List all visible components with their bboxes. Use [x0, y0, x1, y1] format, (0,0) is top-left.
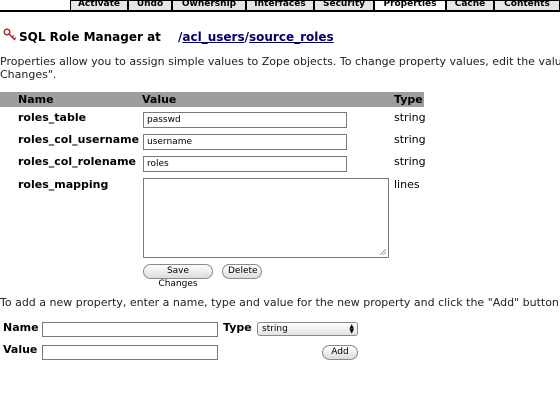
- description-line-2: Changes".: [0, 68, 57, 81]
- property-type-selected: string: [262, 324, 288, 334]
- new-type-label: Type: [223, 321, 252, 334]
- property-type-roles-col-username: string: [394, 133, 426, 146]
- property-type-roles-mapping: lines: [394, 178, 420, 191]
- role-manager-icon: [3, 28, 17, 41]
- property-name-roles-table: roles_table: [18, 111, 87, 124]
- add-property-description: To add a new property, enter a name, typ…: [0, 296, 560, 309]
- roles-table-input[interactable]: [143, 112, 347, 128]
- object-type-label: SQL Role Manager at: [19, 30, 161, 44]
- property-type-roles-table: string: [394, 111, 426, 124]
- save-changes-button[interactable]: Save Changes: [143, 264, 213, 289]
- property-type-roles-col-rolename: string: [394, 155, 426, 168]
- new-property-name-input[interactable]: [42, 322, 218, 337]
- tab-divider-right: [446, 10, 560, 12]
- resize-grip-icon[interactable]: [379, 248, 387, 256]
- roles-mapping-textarea[interactable]: [143, 178, 389, 258]
- column-header-value: Value: [142, 93, 177, 106]
- roles-col-rolename-input[interactable]: [143, 156, 347, 172]
- roles-col-username-input[interactable]: [143, 134, 347, 150]
- property-name-roles-col-rolename: roles_col_rolename: [18, 155, 136, 168]
- table-header: Name Value Type: [0, 92, 424, 107]
- description-line-1: Properties allow you to assign simple va…: [0, 55, 560, 68]
- property-name-roles-col-username: roles_col_username: [18, 133, 140, 146]
- new-value-label: Value: [3, 343, 38, 356]
- column-header-name: Name: [18, 93, 54, 106]
- property-type-select[interactable]: string ▲ ▼: [257, 322, 358, 336]
- tab-divider: [0, 10, 446, 12]
- tab-bar: Activate Undo Ownership Interfaces Secur…: [0, 0, 560, 12]
- breadcrumb-acl-users[interactable]: acl_users: [182, 30, 244, 44]
- page-header: SQL Role Manager at /acl_users/source_ro…: [0, 26, 560, 48]
- properties-description: Properties allow you to assign simple va…: [0, 55, 560, 81]
- select-arrows-icon: ▲ ▼: [349, 323, 354, 335]
- breadcrumb-source-roles[interactable]: source_roles: [249, 30, 334, 44]
- breadcrumb: /acl_users/source_roles: [178, 30, 334, 44]
- new-property-value-input[interactable]: [42, 345, 218, 360]
- add-button[interactable]: Add: [322, 345, 358, 360]
- property-name-roles-mapping: roles_mapping: [18, 178, 109, 191]
- delete-button[interactable]: Delete: [222, 264, 262, 279]
- new-name-label: Name: [3, 321, 39, 334]
- column-header-type: Type: [394, 93, 423, 106]
